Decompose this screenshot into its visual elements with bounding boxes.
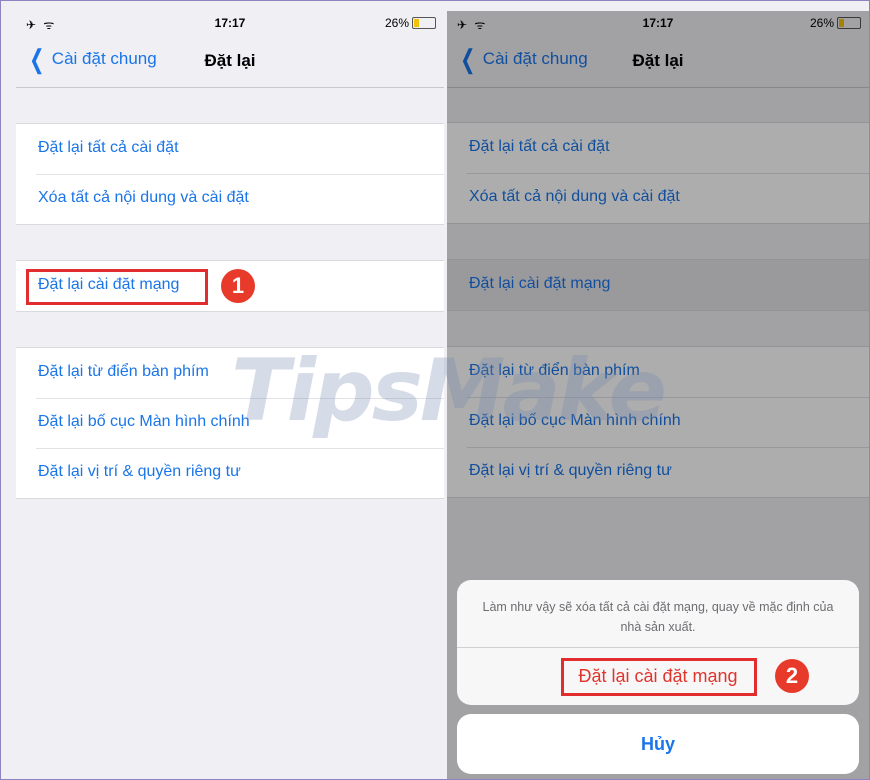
page-title: Đặt lại (204, 51, 256, 70)
step-badge-1: 1 (221, 269, 255, 303)
screenshot-frame: ✈ ᯤ 17:17 26% ❮ Cài đặt chung Đặt lại Đặ… (0, 0, 870, 780)
list-item-label: Đặt lại bố cục Màn hình chính (38, 413, 250, 430)
watermark-logo: TipsMake (231, 341, 667, 441)
status-time: 17:17 (214, 16, 246, 30)
erase-all-content-item[interactable]: Xóa tất cả nội dung và cài đặt (16, 174, 444, 224)
step-badge-2: 2 (775, 659, 809, 693)
reset-group-2: Đặt lại cài đặt mạng 1 (16, 260, 444, 312)
battery-icon (412, 17, 436, 29)
status-bar: ✈ ᯤ 17:17 26% (16, 11, 444, 33)
action-sheet-message: Làm như vậy sẽ xóa tất cả cài đặt mạng, … (482, 600, 834, 634)
list-item-label: Đặt lại tất cả cài đặt (38, 139, 179, 156)
list-item-label: Xóa tất cả nội dung và cài đặt (38, 189, 249, 206)
nav-bar: ❮ Cài đặt chung Đặt lại (16, 33, 444, 88)
highlight-box (26, 269, 208, 305)
cancel-label: Hủy (640, 734, 675, 754)
reset-location-privacy-item[interactable]: Đặt lại vị trí & quyền riêng tư (16, 448, 444, 498)
highlight-box (561, 658, 757, 696)
list-item-label: Đặt lại vị trí & quyền riêng tư (38, 463, 241, 480)
action-sheet: Làm như vậy sẽ xóa tất cả cài đặt mạng, … (457, 580, 859, 705)
battery-indicator: 26% (385, 16, 436, 30)
reset-all-settings-item[interactable]: Đặt lại tất cả cài đặt (16, 124, 444, 174)
list-item-label: Đặt lại từ điển bàn phím (38, 363, 209, 380)
cancel-button[interactable]: Hủy (457, 714, 859, 774)
confirm-reset-network-button[interactable]: Đặt lại cài đặt mạng 2 (457, 647, 859, 705)
reset-group-1: Đặt lại tất cả cài đặt Xóa tất cả nội du… (16, 123, 444, 225)
reset-network-settings-item[interactable]: Đặt lại cài đặt mạng 1 (16, 261, 444, 311)
battery-percent: 26% (384, 16, 409, 30)
